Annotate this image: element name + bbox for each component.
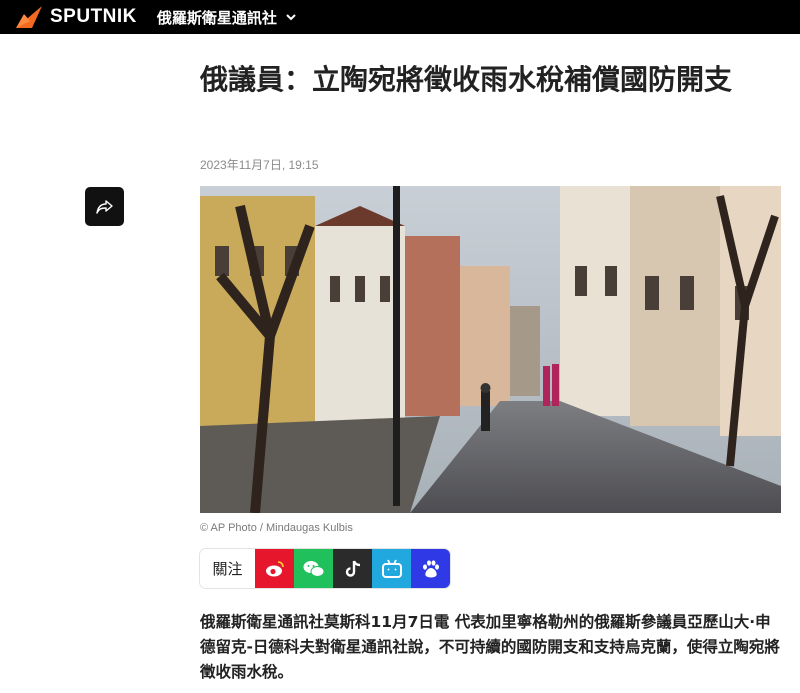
brand-name: SPUTNIK bbox=[50, 6, 137, 27]
wechat-button[interactable] bbox=[294, 549, 333, 588]
bilibili-button[interactable] bbox=[372, 549, 411, 588]
wechat-icon bbox=[303, 560, 324, 577]
social-follow-bar: 關注 bbox=[200, 549, 450, 588]
baidu-icon bbox=[422, 559, 439, 577]
site-logo[interactable]: SPUTNIK bbox=[14, 0, 137, 34]
share-button[interactable] bbox=[85, 187, 124, 226]
tiktok-button[interactable] bbox=[333, 549, 372, 588]
article-photo bbox=[200, 186, 781, 513]
article-lead: 俄羅斯衛星通訊社莫斯科11月7日電 代表加里寧格勒州的俄羅斯參議員亞歷山大·申德… bbox=[200, 613, 780, 681]
site-header: SPUTNIK 俄羅斯衛星通訊社 bbox=[0, 0, 800, 34]
article-title: 俄議員：立陶宛將徵收雨水稅補償國防開支 bbox=[200, 63, 733, 96]
chevron-down-icon[interactable] bbox=[285, 11, 297, 23]
weibo-button[interactable] bbox=[255, 549, 294, 588]
baidu-button[interactable] bbox=[411, 549, 450, 588]
sputnik-logo-icon bbox=[16, 6, 42, 28]
bilibili-icon bbox=[381, 559, 402, 578]
photo-caption: © AP Photo / Mindaugas Kulbis bbox=[200, 522, 353, 534]
tiktok-icon bbox=[345, 560, 360, 577]
section-selector[interactable]: 俄羅斯衛星通訊社 bbox=[157, 7, 277, 28]
follow-label: 關注 bbox=[200, 549, 255, 588]
share-arrow-icon bbox=[95, 199, 113, 214]
article-date: 2023年11月7日, 19:15 bbox=[200, 158, 319, 172]
weibo-icon bbox=[265, 560, 284, 576]
